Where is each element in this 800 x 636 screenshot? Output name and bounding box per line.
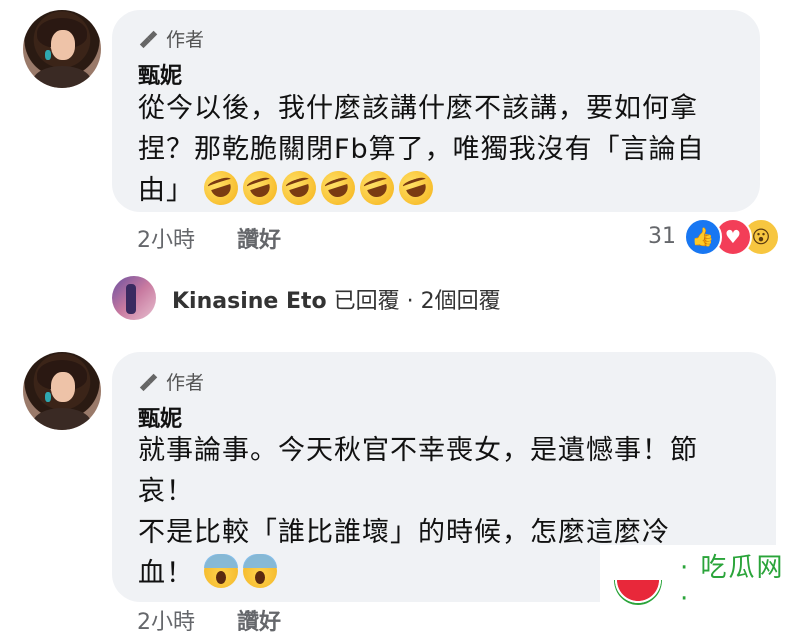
rolling-laugh-icon (394, 166, 438, 210)
scream-emoji-icon (242, 554, 277, 588)
scream-emoji-icon (203, 554, 238, 588)
like-reaction-icon[interactable]: 👍 (684, 218, 722, 256)
reply-summary: 已回覆 · 2個回覆 (326, 289, 501, 314)
comment-line: 就事論事。今天秋官不幸喪女，是遺憾事！節 (138, 435, 698, 466)
site-watermark: · 吃瓜网 · (600, 545, 800, 615)
author-badge: 作者 (138, 368, 204, 395)
microphone-icon (139, 373, 158, 391)
rolling-laugh-icon (277, 166, 321, 210)
reply-avatar[interactable] (112, 276, 156, 320)
reply-author-name: Kinasine Eto (172, 289, 327, 314)
watermelon-logo-icon (614, 555, 664, 605)
comment-line: 哀！ (138, 476, 194, 507)
like-button[interactable]: 讚好 (237, 222, 281, 254)
comment-text: 從今以後，我什麼該講什麼不該講，要如何拿 捏？那乾脆關閉Fb算了，唯獨我沒有「言… (138, 88, 748, 211)
author-badge: 作者 (138, 25, 204, 52)
rolling-laugh-icon (199, 166, 243, 210)
comment-author-name[interactable]: 甄妮 (138, 58, 182, 90)
author-avatar[interactable] (23, 10, 101, 88)
view-replies-link[interactable]: Kinasine Eto 已回覆 · 2個回覆 (172, 283, 501, 315)
author-avatar[interactable] (23, 352, 101, 430)
rolling-laugh-icon (355, 166, 399, 210)
comment-author-name[interactable]: 甄妮 (138, 401, 182, 433)
badge-label: 作者 (166, 29, 205, 51)
comment-time[interactable]: 2小時 (137, 222, 195, 254)
comment-time[interactable]: 2小時 (137, 604, 195, 636)
badge-label: 作者 (166, 372, 205, 394)
reaction-count[interactable]: 31 (648, 224, 676, 249)
rolling-laugh-icon (238, 166, 282, 210)
comment-line: 從今以後，我什麼該講什麼不該講，要如何拿 (138, 93, 698, 124)
comment-line: 捏？那乾脆關閉Fb算了，唯獨我沒有「言論自 (138, 134, 705, 165)
comment-line-last: 由」 (138, 166, 748, 211)
microphone-icon (139, 30, 158, 48)
rolling-laugh-icon (316, 166, 360, 210)
like-button[interactable]: 讚好 (237, 604, 281, 636)
watermark-text: · 吃瓜网 · (679, 552, 785, 614)
